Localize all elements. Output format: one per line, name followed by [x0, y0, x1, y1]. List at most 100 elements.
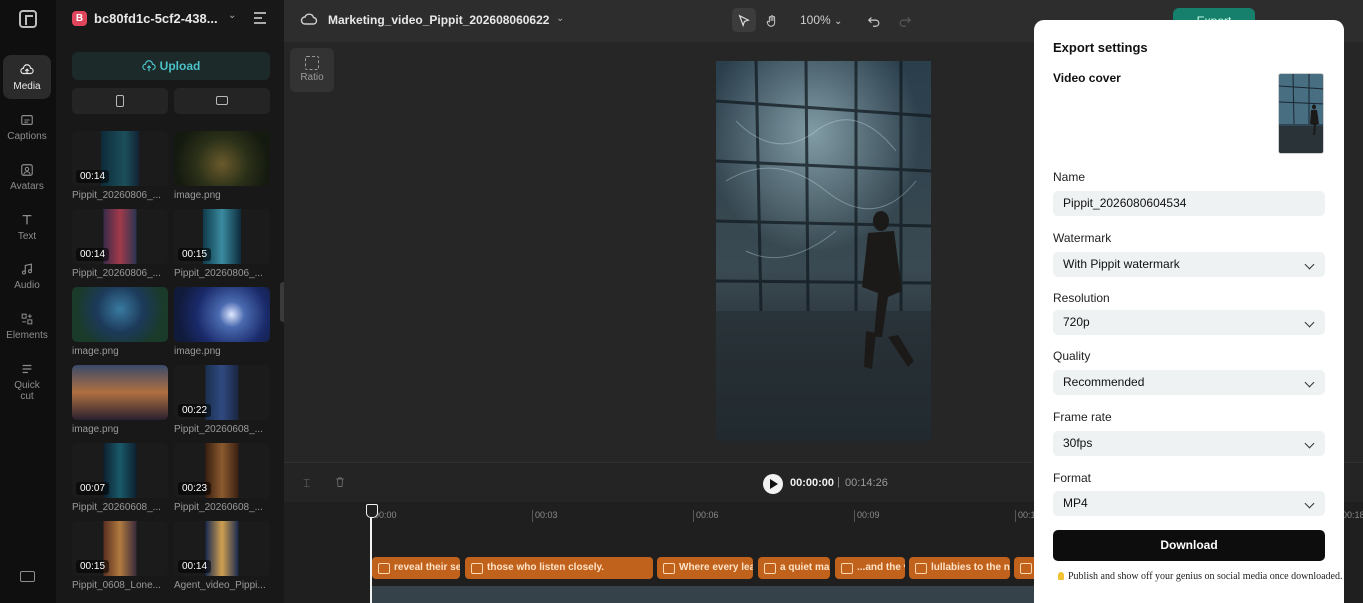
cloud-saved-icon[interactable] [300, 12, 318, 26]
left-rail: Media Captions Avatars Text Audio Elemen… [0, 0, 56, 603]
duration-badge: 00:15 [76, 560, 110, 573]
media-thumb-label: Pippit_20260806_... [72, 268, 161, 279]
format-label: Format [1053, 471, 1092, 485]
media-thumb-label: Pippit_20260806_... [72, 190, 161, 201]
chevron-down-icon[interactable]: ⌄ [228, 10, 236, 21]
chevron-down-icon [1304, 438, 1315, 449]
ratio-button[interactable]: Ratio [290, 48, 334, 92]
media-thumb[interactable] [174, 131, 270, 186]
rail-item-text[interactable]: Text [3, 205, 51, 249]
zoom-value: 100% [800, 13, 831, 27]
ruler-tick: 00:06 [693, 510, 719, 522]
format-select[interactable]: MP4 [1053, 491, 1325, 516]
media-thumb-label: Agent_video_Pippi... [174, 580, 266, 591]
media-thumb[interactable]: 00:14 [72, 209, 168, 264]
media-thumb-label: Pippit_20260608_... [174, 502, 263, 513]
keyboard-shortcuts-icon[interactable] [20, 571, 35, 582]
current-time: 00:00:00 [790, 477, 835, 489]
rail-item-elements[interactable]: Elements [3, 304, 51, 348]
media-thumb[interactable]: 00:14 [174, 521, 270, 576]
rail-label: Media [13, 81, 41, 92]
upload-cloud-icon [141, 60, 156, 72]
caption-clip[interactable]: a quiet ma [758, 557, 830, 579]
media-thumb[interactable] [174, 287, 270, 342]
watermark-select[interactable]: With Pippit watermark [1053, 252, 1325, 277]
total-time: 00:14:26 [845, 477, 888, 489]
rail-item-captions[interactable]: Captions [3, 105, 51, 149]
project-badge: B [72, 11, 87, 26]
video-track[interactable] [370, 586, 1130, 603]
download-button[interactable]: Download [1053, 530, 1325, 561]
rail-item-media[interactable]: Media [3, 55, 51, 99]
quality-label: Quality [1053, 349, 1091, 363]
rail-label: Avatars [10, 181, 44, 192]
duration-badge: 00:22 [178, 404, 212, 417]
media-thumb[interactable]: 00:15 [72, 521, 168, 576]
caption-clip[interactable]: ...and the v [835, 557, 905, 579]
media-thumb-label: image.png [174, 190, 221, 201]
media-thumb-label: image.png [174, 346, 221, 357]
zoom-level[interactable]: 100% ⌄ [800, 13, 842, 27]
media-cloud-icon [3, 61, 51, 81]
chevron-down-icon [1304, 317, 1315, 328]
app-logo-icon[interactable] [19, 10, 37, 28]
rail-item-avatars[interactable]: Avatars [3, 155, 51, 199]
rail-label: Text [17, 231, 37, 242]
playhead[interactable] [366, 504, 378, 603]
portrait-filter-button[interactable] [72, 88, 168, 114]
redo-button[interactable] [893, 8, 917, 32]
undo-icon [867, 16, 880, 27]
play-button[interactable] [763, 474, 783, 494]
duration-badge: 00:15 [178, 248, 212, 261]
cover-image [1279, 74, 1323, 153]
download-tip: Publish and show off your genius on soci… [1058, 571, 1343, 582]
media-thumb[interactable]: 00:07 [72, 443, 168, 498]
media-thumb[interactable] [72, 365, 168, 420]
caption-clip[interactable]: Where every leaf [657, 557, 753, 579]
quality-select[interactable]: Recommended [1053, 370, 1325, 395]
project-name[interactable]: bc80fd1c-5cf2-438... [94, 11, 224, 26]
media-thumb[interactable]: 00:23 [174, 443, 270, 498]
resolution-select[interactable]: 720p [1053, 310, 1325, 335]
watermark-label: Watermark [1053, 231, 1112, 245]
caption-clip[interactable]: those who listen closely. [465, 557, 653, 579]
select-tool-button[interactable] [732, 8, 756, 32]
landscape-icon [216, 96, 228, 105]
duration-badge: 00:14 [178, 560, 212, 573]
video-frame-image [716, 61, 931, 441]
undo-button[interactable] [862, 8, 886, 32]
hand-tool-button[interactable] [760, 8, 784, 32]
split-icon[interactable]: ⌶ [303, 476, 310, 491]
rail-item-audio[interactable]: Audio [3, 254, 51, 298]
name-input[interactable]: Pippit_2026080604534 [1053, 191, 1325, 216]
caption-clip[interactable]: lullabies to the ni [909, 557, 1010, 579]
rail-label: Elements [6, 330, 48, 341]
landscape-filter-button[interactable] [174, 88, 270, 114]
duration-badge: 00:07 [76, 482, 110, 495]
rail-label: Captions [7, 131, 47, 142]
ruler-tick: 00:03 [532, 510, 558, 522]
media-thumb[interactable]: 00:15 [174, 209, 270, 264]
ruler-tick: 00:1 [1015, 510, 1036, 522]
chevron-down-icon[interactable]: ⌄ [556, 13, 564, 24]
media-thumb[interactable]: 00:22 [174, 365, 270, 420]
cursor-arrow-icon [738, 14, 750, 27]
rail-item-quick-cut[interactable]: Quick cut [3, 354, 51, 404]
media-thumb[interactable] [72, 287, 168, 342]
caption-clip[interactable]: reveal their se [372, 557, 460, 579]
media-thumb[interactable]: 00:14 [72, 131, 168, 186]
avatar-icon [3, 161, 51, 181]
chevron-down-icon: ⌄ [834, 16, 843, 27]
trash-icon[interactable] [334, 476, 346, 491]
video-cover-thumbnail[interactable] [1278, 73, 1324, 154]
duration-badge: 00:23 [178, 482, 212, 495]
framerate-select[interactable]: 30fps [1053, 431, 1325, 456]
upload-label: Upload [159, 59, 201, 73]
resolution-label: Resolution [1053, 291, 1110, 305]
text-icon [3, 211, 51, 231]
video-preview[interactable] [716, 61, 931, 441]
upload-button[interactable]: Upload [72, 52, 270, 80]
panel-menu-icon[interactable] [254, 12, 266, 27]
lightbulb-icon [1058, 572, 1064, 580]
project-title[interactable]: Marketing_video_Pippit_202608060622 [328, 13, 549, 27]
